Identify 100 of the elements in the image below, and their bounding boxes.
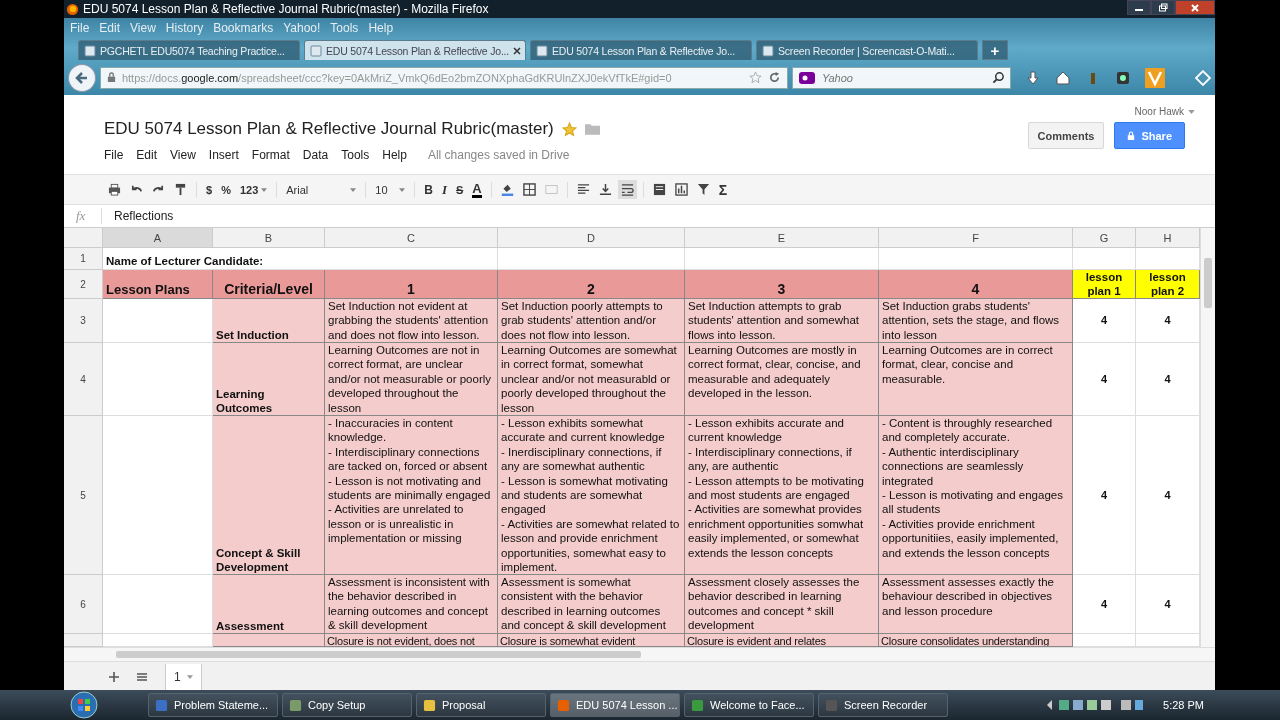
menu-item[interactable]: Insert (208, 148, 239, 162)
taskbar-item[interactable]: Problem Stateme... (148, 693, 278, 717)
bold-button[interactable]: B (424, 182, 433, 197)
chart-icon[interactable] (674, 183, 688, 196)
search-bar[interactable]: Yahoo (791, 66, 1012, 89)
menu-item[interactable]: View (170, 148, 196, 162)
header-cell: 3 (685, 270, 879, 299)
scrollbar-thumb[interactable] (116, 651, 641, 658)
window-title: EDU 5074 Lesson Plan & Reflective Journal Rubric(master) - Mozilla Firefox (83, 2, 490, 16)
row-header[interactable]: 5 (64, 416, 103, 575)
vertical-align-icon[interactable] (598, 183, 612, 196)
currency-button[interactable]: $ (206, 183, 213, 196)
filter-icon[interactable] (696, 183, 710, 196)
column-header[interactable]: E (685, 228, 879, 247)
page-icon (310, 44, 322, 57)
browser-tab[interactable]: PGCHETL EDU5074 Teaching Practice... (78, 40, 300, 60)
comment-icon[interactable] (652, 183, 666, 196)
menu-item[interactable]: Help (382, 148, 407, 162)
menu-item[interactable]: Edit (136, 148, 158, 162)
formula-field[interactable]: Reflections (102, 209, 174, 223)
row-header[interactable]: 4 (64, 343, 103, 416)
browser-tab[interactable]: EDU 5074 Lesson Plan & Reflective Jo... (304, 40, 526, 60)
header-cell: Lesson Plans (103, 270, 213, 299)
scrollbar-thumb[interactable] (1204, 258, 1212, 308)
font-dropdown[interactable]: Arial (286, 183, 357, 196)
fill-color-icon[interactable] (500, 183, 514, 196)
search-field[interactable]: Yahoo (819, 70, 989, 85)
rubric-cell: - Content is throughly researched and completely accurate. - Authentic interdisciplinary connections are seamlessly integrated - Lesson is motivating and engages all students - Activities provide enrichment opportunitiies, easily implemented, and extends the lesson concepts (879, 416, 1073, 575)
taskbar-item[interactable]: Screen Recorder (818, 693, 948, 717)
column-header[interactable]: C (325, 228, 498, 247)
align-icon[interactable] (576, 183, 590, 196)
taskbar-item[interactable]: Welcome to Face... (684, 693, 814, 717)
text-color-button[interactable]: A (472, 181, 482, 198)
print-icon[interactable] (108, 183, 121, 196)
column-header[interactable]: D (498, 228, 685, 247)
lock-icon (106, 72, 116, 83)
functions-button[interactable]: Σ (718, 181, 728, 198)
add-sheet-button[interactable] (109, 671, 119, 682)
column-header[interactable]: B (213, 228, 325, 247)
back-button[interactable] (68, 63, 96, 92)
rubric-cell: Set Induction attempts to grab students' attention and somewhat flows into lesson. (685, 299, 879, 343)
comments-button[interactable]: Comments (1027, 122, 1105, 149)
score-cell: 4 (1136, 299, 1200, 343)
menu-item[interactable]: File (104, 148, 124, 162)
menu-item[interactable]: Format (251, 148, 290, 162)
menu-item[interactable]: Data (302, 148, 329, 162)
home-icon[interactable] (1055, 69, 1072, 86)
user-name[interactable]: Noor Hawk (1134, 106, 1195, 117)
horizontal-scrollbar[interactable] (64, 647, 1215, 661)
star-icon[interactable] (748, 71, 762, 84)
table-cell (1073, 248, 1136, 270)
caret-icon (350, 187, 357, 192)
browser-tab[interactable]: EDU 5074 Lesson Plan & Reflective Jo... (530, 40, 752, 60)
criteria-cell: Set Induction (213, 299, 325, 343)
reload-icon[interactable] (767, 71, 781, 84)
paint-format-icon[interactable] (174, 183, 187, 196)
header-cell: 2 (498, 270, 685, 299)
column-header[interactable]: G (1073, 228, 1136, 247)
taskbar-item[interactable]: Proposal (416, 693, 546, 717)
close-tab-icon[interactable] (513, 46, 522, 55)
percent-button[interactable]: % (221, 183, 231, 196)
rubric-cell: Learning Outcomes are not in correct format, are unclear and/or not measurable or poorly developed throughout the lesson (325, 343, 498, 416)
minimize-button[interactable] (1127, 0, 1151, 15)
column-header[interactable]: F (879, 228, 1073, 247)
search-icon[interactable] (992, 71, 1006, 84)
number-format-button[interactable]: 123 (239, 183, 268, 196)
sheet-list-button[interactable] (137, 671, 147, 682)
row-header[interactable]: 3 (64, 299, 103, 343)
browser-tab[interactable]: Screen Recorder | Screencast-O-Mati... (756, 40, 978, 60)
rubric-cell: - Lesson exhibits accurate and current knowledge - Interdisciplinary connections, if any, are authentic - Lesson attempts to be motivating and most students are engaged - Activities are somewhat provides enrichment opportunities somwhat easily implemented, or somewhat extends the lesson concepts (685, 416, 879, 575)
column-header[interactable]: A (103, 228, 213, 247)
taskbar-item[interactable]: EDU 5074 Lesson ... (550, 693, 680, 717)
table-cell (1136, 248, 1200, 270)
minimize-icon (1135, 9, 1143, 11)
font-size-dropdown[interactable]: 10 (375, 183, 406, 196)
document-title[interactable]: EDU 5074 Lesson Plan & Reflective Journal Rubric(master) (104, 119, 554, 139)
criteria-cell: Concept & Skill Development (213, 416, 325, 575)
vertical-scrollbar[interactable] (1200, 228, 1215, 647)
star-icon[interactable] (561, 121, 577, 137)
menu-icon (137, 671, 147, 682)
start-button-icon[interactable] (70, 691, 98, 719)
wrap-text-icon[interactable] (620, 183, 634, 196)
restore-button[interactable] (1151, 0, 1175, 15)
sheet-tab[interactable]: 1 (165, 663, 202, 690)
taskbar-item[interactable]: Copy Setup (282, 693, 412, 717)
score-cell: 4 (1136, 416, 1200, 575)
italic-button[interactable]: I (441, 181, 447, 198)
row-header[interactable]: 6 (64, 575, 103, 634)
addon-icon[interactable] (1115, 69, 1132, 86)
score-cell: 4 (1073, 343, 1136, 416)
row-header[interactable]: 1 (64, 248, 103, 270)
close-button[interactable] (1175, 0, 1215, 15)
strikethrough-button[interactable]: S (456, 183, 464, 196)
caret-icon (261, 187, 268, 192)
new-tab-button[interactable]: + (982, 40, 1008, 60)
row-header[interactable]: 2 (64, 270, 103, 299)
address-bar[interactable]: https://docs.google.com/spreadsheet/ccc?key=0AkMriZ_VmkQ6dEo2bmZONXphaGdKRUlnZXJ0ekVfTkE#gid=0 (99, 66, 788, 89)
menu-item[interactable]: Tools (341, 148, 370, 162)
borders-icon[interactable] (522, 183, 536, 196)
page-icon (536, 44, 548, 57)
